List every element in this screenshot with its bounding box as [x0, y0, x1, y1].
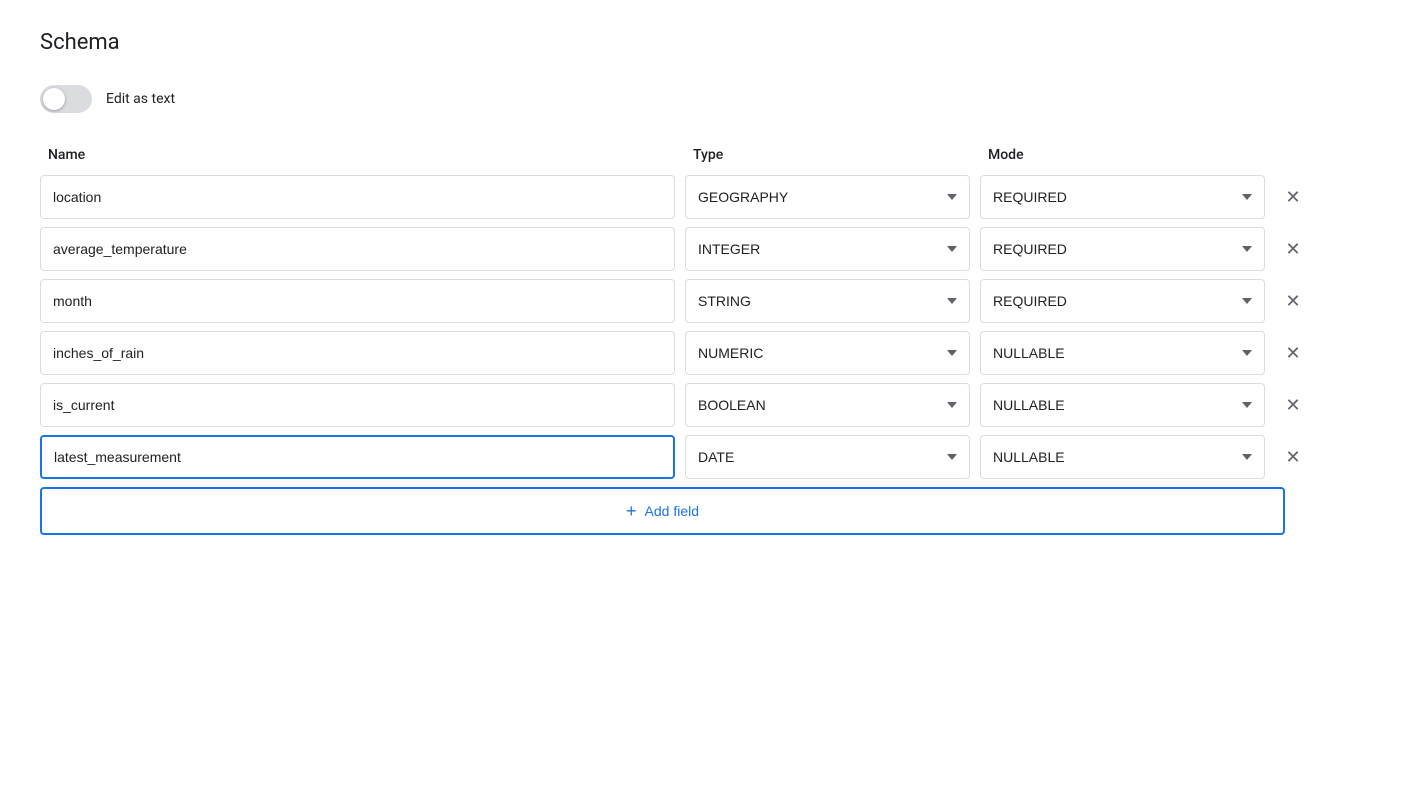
field-name-input[interactable]: [40, 331, 675, 375]
table-row: GEOGRAPHYINTEGERSTRINGNUMERICBOOLEANDATE…: [40, 279, 1370, 323]
field-name-input[interactable]: [40, 383, 675, 427]
schema-header: Name Type Mode: [40, 143, 1370, 167]
plus-icon: +: [626, 502, 637, 520]
field-mode-select[interactable]: REQUIREDNULLABLEREPEATED: [980, 435, 1265, 479]
column-name-header: Name: [42, 143, 677, 167]
field-type-select[interactable]: GEOGRAPHYINTEGERSTRINGNUMERICBOOLEANDATE…: [685, 227, 970, 271]
page-title: Schema: [40, 30, 1370, 55]
field-name-input[interactable]: [40, 279, 675, 323]
table-row: GEOGRAPHYINTEGERSTRINGNUMERICBOOLEANDATE…: [40, 383, 1370, 427]
field-mode-select[interactable]: REQUIREDNULLABLEREPEATED: [980, 175, 1265, 219]
remove-field-button[interactable]: ✕: [1275, 439, 1311, 475]
field-name-input[interactable]: [40, 227, 675, 271]
field-type-select[interactable]: GEOGRAPHYINTEGERSTRINGNUMERICBOOLEANDATE…: [685, 279, 970, 323]
remove-field-button[interactable]: ✕: [1275, 335, 1311, 371]
field-mode-select[interactable]: REQUIREDNULLABLEREPEATED: [980, 383, 1265, 427]
edit-as-text-label: Edit as text: [106, 91, 175, 107]
table-row: GEOGRAPHYINTEGERSTRINGNUMERICBOOLEANDATE…: [40, 175, 1370, 219]
edit-as-text-toggle-row: Edit as text: [40, 85, 1370, 113]
remove-field-button[interactable]: ✕: [1275, 283, 1311, 319]
field-type-select[interactable]: GEOGRAPHYINTEGERSTRINGNUMERICBOOLEANDATE…: [685, 331, 970, 375]
field-mode-select[interactable]: REQUIREDNULLABLEREPEATED: [980, 331, 1265, 375]
column-mode-header: Mode: [972, 143, 1267, 167]
column-type-header: Type: [677, 143, 972, 167]
table-row: GEOGRAPHYINTEGERSTRINGNUMERICBOOLEANDATE…: [40, 435, 1370, 479]
add-field-label: Add field: [645, 503, 699, 519]
remove-field-button[interactable]: ✕: [1275, 387, 1311, 423]
field-mode-select[interactable]: REQUIREDNULLABLEREPEATED: [980, 227, 1265, 271]
field-name-input[interactable]: [40, 435, 675, 479]
edit-as-text-toggle[interactable]: [40, 85, 92, 113]
field-type-select[interactable]: GEOGRAPHYINTEGERSTRINGNUMERICBOOLEANDATE…: [685, 175, 970, 219]
field-type-select[interactable]: GEOGRAPHYINTEGERSTRINGNUMERICBOOLEANDATE…: [685, 383, 970, 427]
field-mode-select[interactable]: REQUIREDNULLABLEREPEATED: [980, 279, 1265, 323]
field-name-input[interactable]: [40, 175, 675, 219]
table-row: GEOGRAPHYINTEGERSTRINGNUMERICBOOLEANDATE…: [40, 331, 1370, 375]
schema-rows: GEOGRAPHYINTEGERSTRINGNUMERICBOOLEANDATE…: [40, 175, 1370, 479]
add-field-button[interactable]: + Add field: [40, 487, 1285, 535]
remove-field-button[interactable]: ✕: [1275, 231, 1311, 267]
remove-field-button[interactable]: ✕: [1275, 179, 1311, 215]
table-row: GEOGRAPHYINTEGERSTRINGNUMERICBOOLEANDATE…: [40, 227, 1370, 271]
field-type-select[interactable]: GEOGRAPHYINTEGERSTRINGNUMERICBOOLEANDATE…: [685, 435, 970, 479]
